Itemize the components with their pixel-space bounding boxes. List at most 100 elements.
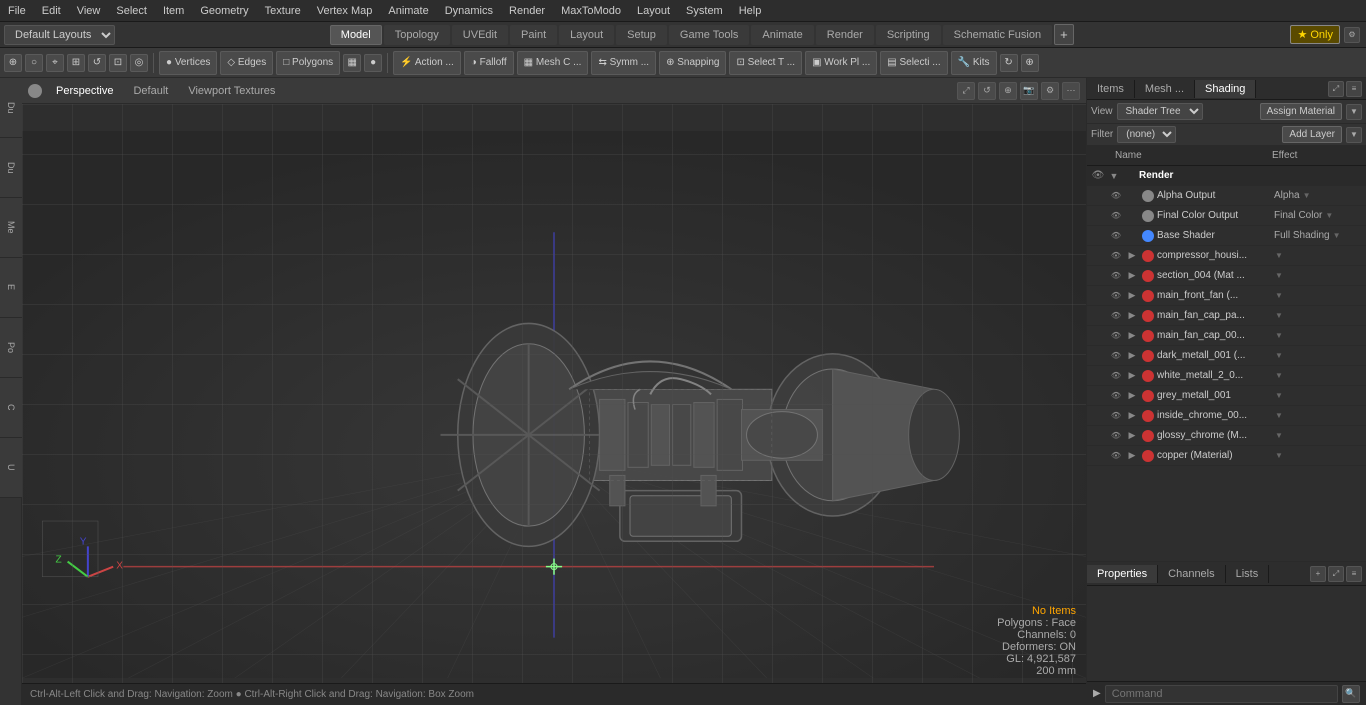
- assign-mat-dropdown-icon[interactable]: ▼: [1346, 104, 1362, 120]
- toolbar-vertices-btn[interactable]: ● Vertices: [159, 51, 217, 75]
- rp-bot-expand-icon[interactable]: ⤢: [1328, 566, 1344, 582]
- shader-item-white-metall[interactable]: 👁 ▶ white_metall_2_0... ▼: [1087, 366, 1366, 386]
- eye-toggle-dark-metall[interactable]: 👁: [1107, 347, 1125, 365]
- layout-tab-render[interactable]: Render: [816, 25, 874, 45]
- rp-tab-mesh[interactable]: Mesh ...: [1135, 80, 1195, 98]
- expand-white-metall[interactable]: ▶: [1125, 369, 1139, 383]
- expand-glossy-chrome[interactable]: ▶: [1125, 429, 1139, 443]
- layout-tab-model[interactable]: Model: [330, 25, 382, 45]
- sidebar-tab-du2[interactable]: Du: [0, 138, 22, 198]
- rp-expand-icon[interactable]: ⤢: [1328, 81, 1344, 97]
- toolbar-icon-4[interactable]: ⊞: [67, 54, 85, 72]
- expand-main-front-fan[interactable]: ▶: [1125, 289, 1139, 303]
- menu-item[interactable]: Item: [155, 3, 192, 19]
- layout-tab-animate[interactable]: Animate: [751, 25, 813, 45]
- eye-toggle-grey-metall[interactable]: 👁: [1107, 387, 1125, 405]
- shader-list[interactable]: 👁 ▼ Render 👁 Alpha Output Alpha▼ 👁 Final…: [1087, 166, 1366, 561]
- shader-item-render[interactable]: 👁 ▼ Render: [1087, 166, 1366, 186]
- dark-metall-dropdown-icon[interactable]: ▼: [1274, 351, 1284, 361]
- layout-tab-topology[interactable]: Topology: [384, 25, 450, 45]
- menu-layout[interactable]: Layout: [629, 3, 678, 19]
- menu-vertex-map[interactable]: Vertex Map: [309, 3, 381, 19]
- shader-item-copper[interactable]: 👁 ▶ copper (Material) ▼: [1087, 446, 1366, 466]
- toolbar-world-icon[interactable]: ⊕: [1021, 54, 1039, 72]
- menu-texture[interactable]: Texture: [257, 3, 309, 19]
- shader-item-alpha-output[interactable]: 👁 Alpha Output Alpha▼: [1087, 186, 1366, 206]
- toolbar-action-btn[interactable]: ⚡ Action ...: [393, 51, 461, 75]
- eye-toggle-main-fan-cap-pa[interactable]: 👁: [1107, 307, 1125, 325]
- command-input[interactable]: [1105, 685, 1338, 703]
- shader-tree-select[interactable]: Shader Tree: [1117, 103, 1203, 120]
- viewport-textures-label[interactable]: Viewport Textures: [182, 83, 281, 99]
- expand-inside-chrome[interactable]: ▶: [1125, 409, 1139, 423]
- viewport-camera-icon[interactable]: 📷: [1020, 82, 1038, 100]
- rp-settings-icon[interactable]: ≡: [1346, 81, 1362, 97]
- command-search-icon[interactable]: 🔍: [1342, 685, 1360, 703]
- expand-render[interactable]: ▼: [1107, 169, 1121, 183]
- assign-material-button[interactable]: Assign Material: [1260, 103, 1342, 120]
- command-arrow-icon[interactable]: ▶: [1093, 688, 1101, 699]
- menu-dynamics[interactable]: Dynamics: [437, 3, 501, 19]
- eye-toggle-white-metall[interactable]: 👁: [1107, 367, 1125, 385]
- rp-bot-tab-properties[interactable]: Properties: [1087, 565, 1158, 583]
- toolbar-square-icon[interactable]: ▦: [343, 54, 361, 72]
- filter-select[interactable]: (none): [1117, 126, 1176, 143]
- base-shader-dropdown-icon[interactable]: ▼: [1332, 231, 1342, 241]
- menu-animate[interactable]: Animate: [380, 3, 436, 19]
- rp-bot-tab-lists[interactable]: Lists: [1226, 565, 1270, 583]
- toolbar-icon-6[interactable]: ⊡: [109, 54, 127, 72]
- toolbar-icon-7[interactable]: ◎: [130, 54, 148, 72]
- rp-tab-shading[interactable]: Shading: [1195, 80, 1256, 98]
- toolbar-sphere-icon[interactable]: ●: [364, 54, 382, 72]
- expand-dark-metall[interactable]: ▶: [1125, 349, 1139, 363]
- layout-dropdown[interactable]: Default Layouts: [4, 25, 115, 45]
- menu-render[interactable]: Render: [501, 3, 553, 19]
- expand-grey-metall[interactable]: ▶: [1125, 389, 1139, 403]
- shader-item-main-fan-cap-00[interactable]: 👁 ▶ main_fan_cap_00... ▼: [1087, 326, 1366, 346]
- toolbar-workplane-btn[interactable]: ▣ Work Pl ...: [805, 51, 877, 75]
- sidebar-tab-du1[interactable]: Du: [0, 78, 22, 138]
- expand-main-fan-cap-00[interactable]: ▶: [1125, 329, 1139, 343]
- layout-tab-paint[interactable]: Paint: [510, 25, 557, 45]
- toolbar-icon-2[interactable]: ○: [25, 54, 43, 72]
- shader-item-compressor[interactable]: 👁 ▶ compressor_housi... ▼: [1087, 246, 1366, 266]
- star-button[interactable]: ★ Only: [1290, 25, 1340, 44]
- menu-help[interactable]: Help: [731, 3, 770, 19]
- eye-toggle-base-shader[interactable]: 👁: [1107, 227, 1125, 245]
- shader-item-main-fan-cap-pa[interactable]: 👁 ▶ main_fan_cap_pa... ▼: [1087, 306, 1366, 326]
- sidebar-tab-me[interactable]: Me: [0, 198, 22, 258]
- eye-toggle-main-fan-cap-00[interactable]: 👁: [1107, 327, 1125, 345]
- shader-item-section004[interactable]: 👁 ▶ section_004 (Mat ... ▼: [1087, 266, 1366, 286]
- main-fan-cap-00-dropdown-icon[interactable]: ▼: [1274, 331, 1284, 341]
- menu-geometry[interactable]: Geometry: [192, 3, 256, 19]
- menu-edit[interactable]: Edit: [34, 3, 69, 19]
- viewport-refresh-icon[interactable]: ↺: [978, 82, 996, 100]
- eye-toggle-render[interactable]: 👁: [1089, 167, 1107, 185]
- toolbar-select-btn[interactable]: ⊡ Select T ...: [729, 51, 802, 75]
- menu-file[interactable]: File: [0, 3, 34, 19]
- copper-dropdown-icon[interactable]: ▼: [1274, 451, 1284, 461]
- eye-toggle-section004[interactable]: 👁: [1107, 267, 1125, 285]
- rp-tab-items[interactable]: Items: [1087, 80, 1135, 98]
- shader-item-main-front-fan[interactable]: 👁 ▶ main_front_fan (... ▼: [1087, 286, 1366, 306]
- main-fan-cap-pa-dropdown-icon[interactable]: ▼: [1274, 311, 1284, 321]
- viewport-zoom-icon[interactable]: ⊕: [999, 82, 1017, 100]
- add-layer-dropdown-icon[interactable]: ▼: [1346, 127, 1362, 143]
- rp-bot-plus-icon[interactable]: +: [1310, 566, 1326, 582]
- toolbar-snapping-btn[interactable]: ⊕ Snapping: [659, 51, 726, 75]
- layout-tab-uvedit[interactable]: UVEdit: [452, 25, 508, 45]
- sidebar-tab-po[interactable]: Po: [0, 318, 22, 378]
- white-metall-dropdown-icon[interactable]: ▼: [1274, 371, 1284, 381]
- toolbar-mesh-btn[interactable]: ▦ Mesh C ...: [517, 51, 589, 75]
- eye-toggle-glossy-chrome[interactable]: 👁: [1107, 427, 1125, 445]
- menu-maxtomodo[interactable]: MaxToModo: [553, 3, 629, 19]
- expand-main-fan-cap-pa[interactable]: ▶: [1125, 309, 1139, 323]
- sidebar-tab-c[interactable]: C: [0, 378, 22, 438]
- shader-item-inside-chrome[interactable]: 👁 ▶ inside_chrome_00... ▼: [1087, 406, 1366, 426]
- layout-tab-schematic-fusion[interactable]: Schematic Fusion: [943, 25, 1052, 45]
- viewport-default-label[interactable]: Default: [127, 83, 174, 99]
- viewport-resize-icon[interactable]: ⤢: [957, 82, 975, 100]
- rp-bot-tab-channels[interactable]: Channels: [1158, 565, 1225, 583]
- menu-select[interactable]: Select: [108, 3, 155, 19]
- add-layer-button[interactable]: Add Layer: [1282, 126, 1342, 143]
